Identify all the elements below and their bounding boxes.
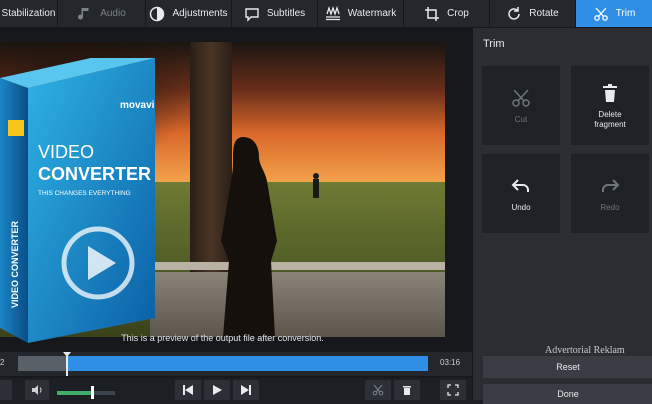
done-button[interactable]: Done [483,384,652,404]
box-title-line2: CONVERTER [38,164,151,184]
speaker-icon [32,385,42,395]
crop-label: Crop [447,8,469,19]
crop-icon [425,6,440,21]
timeline-end-time: 03:16 [440,358,461,367]
advertorial-watermark: Advertorial Reklam [545,345,625,356]
delete-label-line2: fragment [594,119,626,129]
box-spine: VIDEO CONVERTER [10,220,20,308]
delete-fragment-label: Delete fragment [594,110,626,130]
trash-icon [603,83,617,102]
redo-button[interactable]: Redo [571,154,649,233]
box-tagline: THIS CHANGES EVERYTHING [38,190,131,197]
scissors-icon [593,7,608,21]
volume-level [57,391,92,395]
cut-button[interactable]: Cut [482,66,560,145]
audio-tab[interactable]: Audio [58,0,146,27]
previous-frame-button[interactable] [175,380,201,400]
cut-label: Cut [514,114,528,124]
trim-handle[interactable] [63,352,72,376]
speech-bubble-icon [245,7,259,22]
distant-figure [313,173,319,198]
next-frame-button[interactable] [233,380,259,400]
subtitles-tab[interactable]: Subtitles [232,0,318,27]
volume-slider-handle[interactable] [90,386,94,399]
fullscreen-button[interactable] [440,380,466,400]
adjustments-tab[interactable]: Adjustments [146,0,232,27]
contrast-icon [150,6,165,21]
watermark-icon [325,5,340,20]
adjustments-label: Adjustments [172,8,228,19]
trim-label: Trim [615,8,636,19]
music-note-icon [78,7,89,19]
rotate-tab[interactable]: Rotate [490,0,576,27]
redo-icon [602,178,620,192]
cut-button-small[interactable] [365,380,391,400]
panel-title: Trim [483,38,505,50]
play-button[interactable] [204,380,230,400]
volume-button[interactable] [25,380,49,400]
preview-note: This is a preview of the output file aft… [121,333,324,343]
watermark-label: Watermark [347,8,397,19]
box-title-line1: VIDEO [38,142,94,162]
edit-toolbar: Stabilization Audio Adjustments Subtitle… [0,0,652,28]
scissors-icon [372,384,384,396]
scissors-icon [512,88,530,107]
undo-button[interactable]: Undo [482,154,560,233]
playback-controls [0,378,472,400]
video-converter-box: movavi VIDEO CONVERTER THIS CHANGES EVER… [0,58,155,343]
trim-tab[interactable]: Trim [576,0,652,27]
timeline-start-time: 2 [0,358,5,367]
trimmed-segment[interactable] [67,356,428,371]
crop-tab[interactable]: Crop [404,0,490,27]
undo-icon [511,178,529,192]
partial-button[interactable] [0,380,12,400]
trash-icon [403,386,411,395]
subtitles-label: Subtitles [266,8,306,19]
stabilization-tab[interactable]: Stabilization [0,0,58,27]
preview-area: movavi VIDEO CONVERTER THIS CHANGES EVER… [0,28,472,400]
woman-silhouette [221,137,277,337]
skip-forward-icon [241,385,251,395]
delete-button-small[interactable] [394,380,420,400]
fullscreen-icon [447,384,459,396]
timeline[interactable]: 2 03:16 [0,352,472,376]
stabilization-label: Stabilization [1,8,56,19]
delete-label-line1: Delete [598,109,622,119]
redo-label: Redo [600,202,620,212]
rotate-label: Rotate [529,8,559,19]
watermark-tab[interactable]: Watermark [318,0,404,27]
undo-label: Undo [511,202,531,212]
reset-button[interactable]: Reset [483,356,652,378]
play-icon [213,385,222,395]
audio-label: Audio [100,8,126,19]
rotate-icon [508,6,521,20]
skip-back-icon [183,385,193,395]
delete-fragment-button[interactable]: Delete fragment [571,66,649,145]
box-brand: movavi [120,100,155,111]
